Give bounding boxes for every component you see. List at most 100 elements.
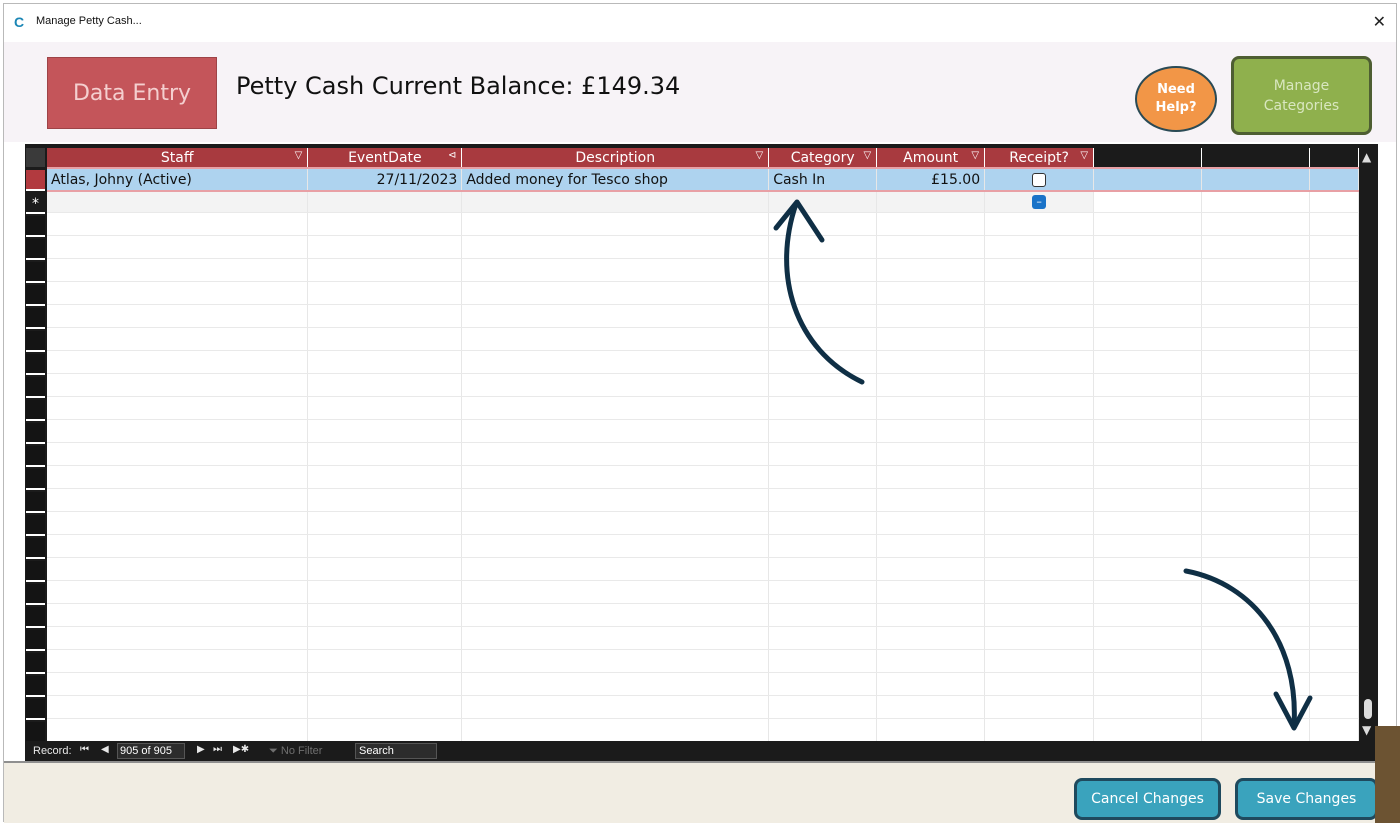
empty-row (47, 695, 1359, 719)
empty-row (47, 718, 1359, 741)
cell-receipt[interactable] (984, 167, 1095, 192)
column-header-amount[interactable]: Amount ▽ (876, 148, 986, 168)
cell-empty (876, 327, 986, 351)
scroll-thumb[interactable] (1364, 699, 1372, 719)
filter-dropdown-icon[interactable]: ▽ (755, 150, 763, 161)
cell-receipt[interactable]: – (984, 191, 1095, 213)
cell-description[interactable]: Added money for Tesco shop (461, 167, 770, 192)
record-selector-empty (26, 285, 45, 306)
empty-row (47, 235, 1359, 259)
cell-staff[interactable] (47, 191, 309, 213)
last-record-icon[interactable]: ⏭ (213, 744, 222, 755)
filter-dropdown-icon[interactable]: ▽ (863, 150, 871, 161)
data-entry-button[interactable]: Data Entry (47, 57, 217, 129)
cell-empty (1309, 718, 1359, 741)
cell-empty (1093, 718, 1203, 741)
new-record-icon[interactable]: ▶✱ (233, 744, 249, 755)
filter-dropdown-icon[interactable]: ▽ (1080, 150, 1088, 161)
cell-empty (1201, 626, 1310, 650)
manage-categories-button[interactable]: Manage Categories (1231, 56, 1372, 135)
cell-empty (984, 258, 1095, 282)
indeterminate-checkbox[interactable]: – (1032, 194, 1047, 209)
cell-empty (1309, 488, 1359, 512)
column-header-receipt[interactable]: Receipt? ▽ (984, 148, 1095, 168)
next-record-icon[interactable]: ▶ (197, 744, 205, 755)
column-header-staff[interactable]: Staff ▽ (47, 148, 309, 168)
empty-row (47, 626, 1359, 650)
cell-empty (768, 557, 878, 581)
window-title: Manage Petty Cash... (36, 15, 142, 27)
cell-empty (1309, 258, 1359, 282)
cell-empty (876, 557, 986, 581)
cell-empty (876, 603, 986, 627)
column-header-description[interactable]: Description ▽ (461, 148, 770, 168)
cell-empty (768, 580, 878, 604)
cell-amount[interactable]: £15.00 (876, 167, 986, 192)
cell-category[interactable]: Cash In (768, 167, 878, 192)
cell-empty (768, 419, 878, 443)
cell-empty (1201, 649, 1310, 673)
cell-empty (768, 350, 878, 374)
filter-icon: ⏷ (269, 745, 278, 757)
cell-eventdate[interactable]: 27/11/2023 (307, 167, 463, 192)
cell-empty (307, 281, 463, 305)
cell-empty (1309, 167, 1359, 192)
close-icon[interactable]: ✕ (1373, 12, 1386, 31)
cell-empty (47, 695, 309, 719)
first-record-icon[interactable]: ⏮ (80, 744, 89, 755)
save-changes-button[interactable]: Save Changes (1235, 778, 1378, 820)
record-selector-empty (26, 331, 45, 352)
cell-empty (768, 212, 878, 236)
help-label-line2: Help? (1155, 100, 1197, 115)
cell-empty (461, 304, 770, 328)
record-selector-empty (26, 538, 45, 559)
record-selector-empty (26, 699, 45, 720)
vertical-scrollbar[interactable]: ▲ ▼ (1359, 148, 1378, 741)
cell-empty (1093, 557, 1203, 581)
column-header-category[interactable]: Category ▽ (768, 148, 878, 168)
cell-empty (461, 281, 770, 305)
filter-dropdown-icon[interactable]: ▽ (295, 150, 303, 161)
cell-eventdate[interactable] (307, 191, 463, 213)
cell-empty (876, 534, 986, 558)
cell-empty (984, 580, 1095, 604)
search-input[interactable]: Search (355, 743, 437, 759)
form-footer: Cancel Changes Save Changes (4, 761, 1396, 823)
filter-dropdown-icon[interactable]: ▽ (971, 150, 979, 161)
record-selector-new[interactable]: * (26, 193, 45, 214)
scroll-down-icon[interactable]: ▼ (1362, 723, 1371, 737)
scroll-up-icon[interactable]: ▲ (1362, 150, 1371, 164)
receipt-checkbox[interactable] (1032, 172, 1047, 187)
select-all-corner[interactable] (26, 148, 45, 167)
previous-record-icon[interactable]: ◀ (101, 744, 109, 755)
table-row[interactable]: Atlas, Johny (Active) 27/11/2023 Added m… (47, 167, 1359, 192)
cell-empty (1309, 419, 1359, 443)
cell-empty (47, 327, 309, 351)
help-label-line1: Need (1157, 82, 1195, 97)
cell-empty (876, 511, 986, 535)
cell-empty (1201, 419, 1310, 443)
cell-empty (768, 281, 878, 305)
record-selector-current[interactable] (26, 170, 45, 191)
no-filter-indicator[interactable]: ⏷ No Filter (269, 745, 322, 758)
cell-empty (984, 511, 1095, 535)
column-header-eventdate[interactable]: EventDate ⊲ (307, 148, 463, 168)
cell-staff[interactable]: Atlas, Johny (Active) (47, 167, 309, 192)
cancel-changes-button[interactable]: Cancel Changes (1074, 778, 1221, 820)
cell-description[interactable] (461, 191, 770, 213)
cell-empty (1201, 191, 1310, 213)
cell-empty (1201, 695, 1310, 719)
record-position-input[interactable]: 905 of 905 (117, 743, 185, 759)
cell-empty (1201, 212, 1310, 236)
cell-empty (1309, 281, 1359, 305)
new-record-row[interactable]: – (47, 191, 1359, 213)
cell-amount[interactable] (876, 191, 986, 213)
cell-empty (461, 649, 770, 673)
record-selector-empty (26, 515, 45, 536)
cell-empty (1093, 442, 1203, 466)
cell-empty (876, 465, 986, 489)
sort-indicator-icon[interactable]: ⊲ (448, 150, 456, 161)
cell-empty (47, 304, 309, 328)
need-help-button[interactable]: Need Help? (1135, 66, 1217, 132)
cell-category[interactable] (768, 191, 878, 213)
